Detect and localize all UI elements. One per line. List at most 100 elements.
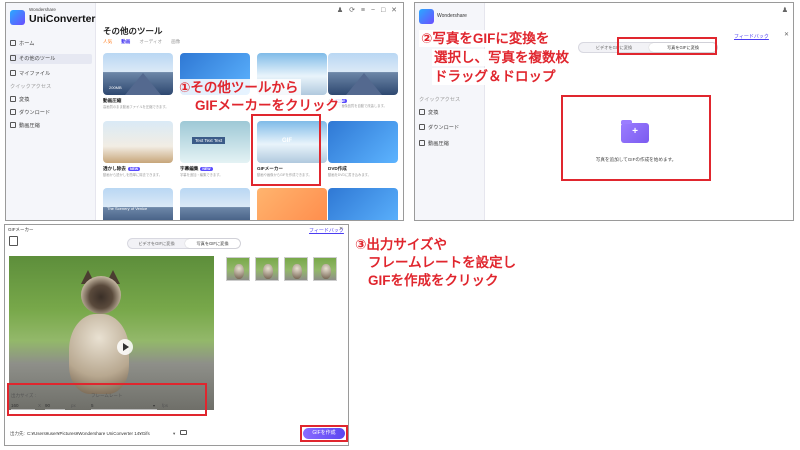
close-icon[interactable]: ✕ <box>784 31 789 38</box>
annotation-step2-line1: ②写真をGIFに変換を <box>419 30 552 47</box>
compress-icon <box>10 122 16 128</box>
logo-brand: Wondershare <box>437 13 467 19</box>
tool-card-subtitle-editor[interactable]: Text Text Text 字幕編集 NEW 字幕を追加・編集できます。 <box>180 121 250 177</box>
tab-popular[interactable]: 人気 <box>103 39 112 44</box>
app-logo: Wondershare UniConverter <box>10 7 96 31</box>
annotation-step3-line3: GIFを作成をクリック <box>368 273 499 288</box>
card-desc: 字幕を追加・編集できます。 <box>180 173 223 177</box>
highlight-image-to-gif-tab <box>617 37 717 55</box>
highlight-create-button <box>300 425 348 442</box>
file-icon <box>10 70 16 76</box>
card-name: 字幕編集 <box>180 166 199 171</box>
card-thumbnail: The Scenery of Venice <box>103 188 173 220</box>
logo-product: UniConverter <box>29 13 96 25</box>
page-title: その他のツール <box>103 26 163 36</box>
play-icon[interactable] <box>117 339 133 355</box>
thumbnail[interactable] <box>255 257 279 281</box>
new-badge: NEW <box>127 167 141 171</box>
logo-icon <box>419 9 434 24</box>
sample-text: Text Text Text <box>192 137 226 144</box>
panel-image-to-gif: Wondershare クイックアクセス 変換 ダウンロード 動画圧縮 ♟ フィ… <box>414 2 794 221</box>
annotation-step1-line1: ①その他ツールから <box>176 79 302 96</box>
sidebar: Wondershare UniConverter ホーム その他のツール マイフ… <box>6 3 96 220</box>
feedback-link[interactable]: フィードバック <box>734 33 769 40</box>
card-desc: 高画質のまま動画ファイルを圧縮できます。 <box>103 105 169 109</box>
size-label: 200MB <box>109 85 122 90</box>
tool-card-watermark-remover[interactable]: 透かし除去 NEW 動画から透かしを簡単に除去できます。 <box>103 121 173 177</box>
card-thumbnail <box>257 188 327 220</box>
folder-icon[interactable] <box>180 430 187 435</box>
card-desc: 動画をDVDに書き込みます。 <box>328 173 371 177</box>
annotation-step3-line1: ③出力サイズや <box>355 237 448 252</box>
category-tabs: 人気 動画 オーディオ 画像 <box>103 39 189 45</box>
thumbnail[interactable] <box>313 257 337 281</box>
mode-toggle: ビデオをGIFに変換 写真をGIFに変換 <box>127 238 241 249</box>
annotation-step3-line2: フレームレートを設定し <box>368 255 517 270</box>
panel-other-tools: Wondershare UniConverter ホーム その他のツール マイフ… <box>5 2 404 221</box>
annotation-step2-line3: ドラッグ＆ドロップ <box>432 68 558 85</box>
sidebar-item-convert[interactable]: 変換 <box>10 95 92 105</box>
card-desc: 動画から透かしを簡単に除去できます。 <box>103 173 163 177</box>
highlight-drop-zone <box>561 95 711 181</box>
tool-card-10[interactable] <box>180 188 250 220</box>
sidebar-item-download[interactable]: ダウンロード <box>10 108 92 118</box>
sidebar-item-compress[interactable]: 動画圧縮 <box>10 121 92 131</box>
card-thumbnail <box>328 121 398 163</box>
card-thumbnail <box>103 121 173 163</box>
window-controls[interactable]: ♟ ⟳ ≡ − □ ✕ <box>337 6 399 14</box>
card-name: DVD作成 <box>328 166 347 171</box>
card-name: 動画圧縮 <box>103 98 122 103</box>
sidebar-item-convert[interactable]: 変換 <box>419 108 481 118</box>
sidebar-item-home[interactable]: ホーム <box>10 39 92 49</box>
thumbnail[interactable] <box>226 257 250 281</box>
thumbnail[interactable] <box>284 257 308 281</box>
tab-image-to-gif[interactable]: 写真をGIFに変換 <box>185 239 240 248</box>
tool-card-dvd[interactable]: DVD作成 動画をDVDに書き込みます。 <box>328 121 398 177</box>
highlight-gif-maker <box>251 114 321 186</box>
user-icon[interactable]: ♟ <box>782 6 788 14</box>
sidebar-section-quick-access: クイックアクセス <box>419 97 461 103</box>
cat-head <box>81 276 121 314</box>
toolbox-icon <box>10 55 16 61</box>
sidebar-item-my-files[interactable]: マイファイル <box>10 69 92 79</box>
annotation-step2-line2: 選択し、写真を複数枚 <box>432 49 571 66</box>
card-name: 透かし除去 <box>103 166 126 171</box>
add-file-icon[interactable] <box>9 236 18 246</box>
download-icon <box>10 109 16 115</box>
card-thumbnail <box>328 188 398 220</box>
tab-video[interactable]: 動画 <box>121 39 130 44</box>
tool-card-compress[interactable]: 200MB 動画圧縮 高画質のまま動画ファイルを圧縮できます。 <box>103 53 173 109</box>
logo-brand: Wondershare <box>29 7 56 12</box>
sidebar-item-compress[interactable]: 動画圧縮 <box>419 139 481 149</box>
home-icon <box>10 40 16 46</box>
sidebar-section-quick-access: クイックアクセス <box>10 84 52 90</box>
output-path[interactable]: C:¥Users¥user¥Pictures¥Wondershare UniCo… <box>27 431 150 436</box>
tool-card-9[interactable]: The Scenery of Venice <box>103 188 173 220</box>
tab-image[interactable]: 画像 <box>171 39 180 44</box>
card-thumbnail: 200MB <box>103 53 173 95</box>
convert-icon <box>419 109 425 115</box>
cat-body <box>69 314 129 394</box>
chevron-down-icon[interactable]: ▾ <box>173 431 175 437</box>
convert-icon <box>10 96 16 102</box>
new-badge: NEW <box>200 167 213 171</box>
logo-icon <box>10 10 25 25</box>
output-path-label: 出力先: <box>10 431 25 436</box>
tool-card-11[interactable] <box>257 188 327 220</box>
close-icon[interactable]: ✕ <box>339 226 343 232</box>
card-thumbnail <box>328 53 398 95</box>
highlight-settings <box>7 383 207 416</box>
card-thumbnail: Text Text Text <box>180 121 250 163</box>
card-thumbnail <box>180 188 250 220</box>
tool-card-12[interactable] <box>328 188 398 220</box>
panel-gif-maker-settings: GIFメーカー フィードバック ✕ ビデオをGIFに変換 写真をGIFに変換 出… <box>4 224 349 446</box>
annotation-step1-line2: GIFメーカーをクリック <box>192 97 342 114</box>
sidebar-item-download[interactable]: ダウンロード <box>419 123 481 133</box>
tab-audio[interactable]: オーディオ <box>139 39 162 44</box>
scenery-label: The Scenery of Venice <box>107 206 148 211</box>
window-title: GIFメーカー <box>8 227 34 232</box>
compress-icon <box>419 140 425 146</box>
tab-video-to-gif[interactable]: ビデオをGIFに変換 <box>128 239 185 248</box>
sidebar-item-other-tools[interactable]: その他のツール <box>10 54 92 64</box>
download-icon <box>419 124 425 130</box>
